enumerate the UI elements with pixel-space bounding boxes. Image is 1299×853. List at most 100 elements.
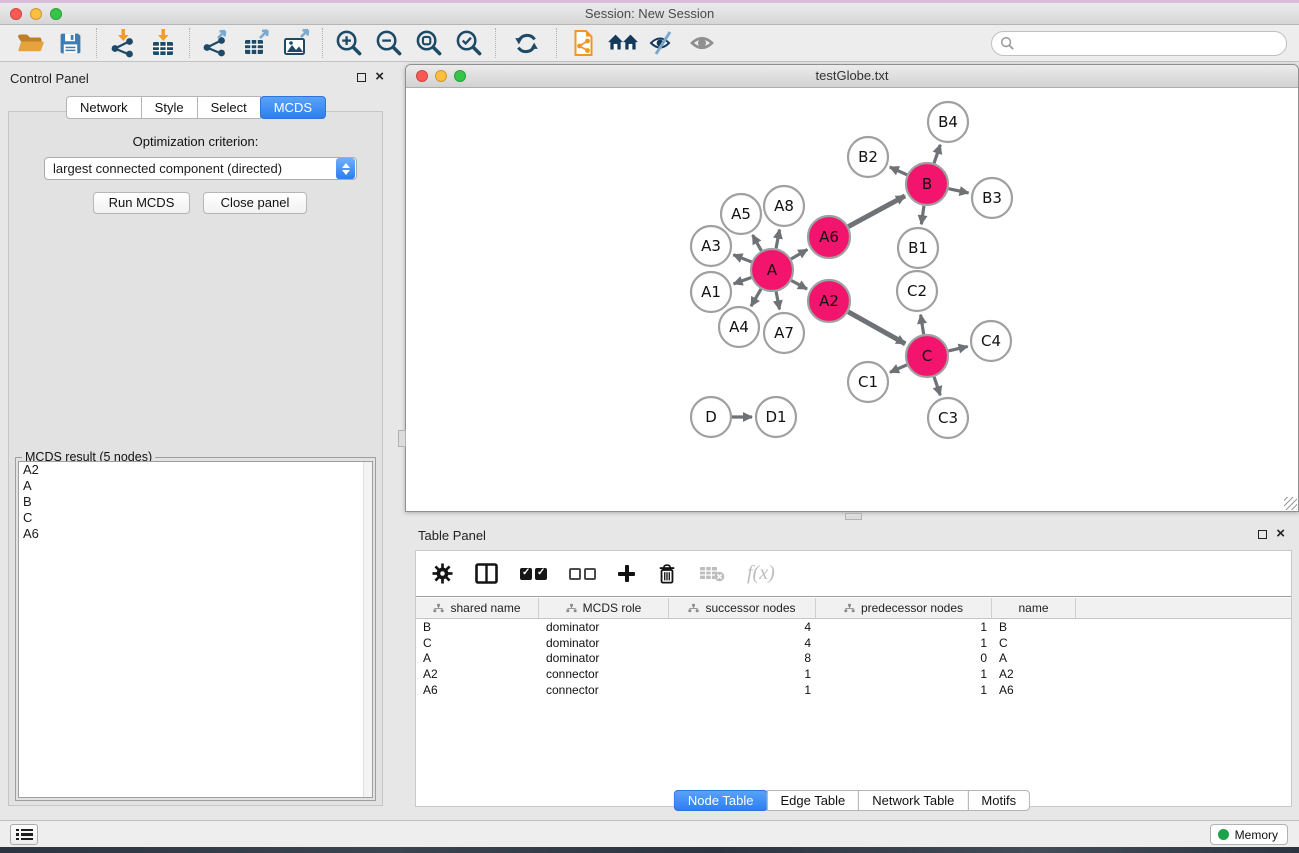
graph-edge-A-A1[interactable] [734, 277, 752, 283]
table-cell[interactable]: 1 [816, 620, 992, 634]
show-columns-button[interactable] [475, 559, 498, 589]
create-column-button[interactable] [618, 559, 635, 589]
table-cell[interactable]: A [416, 651, 539, 665]
search-field[interactable] [991, 31, 1287, 56]
column-header-name[interactable]: name [992, 598, 1076, 618]
network-minimize-button[interactable] [435, 70, 447, 82]
result-item[interactable]: A [19, 478, 372, 494]
graph-edge-B-B2[interactable] [890, 167, 907, 175]
table-cell[interactable]: 1 [816, 636, 992, 650]
network-canvas[interactable]: B4B2BB3A8A5A6A3B1AA1C2A2A4A7C4CC1C3DD1 [406, 88, 1298, 511]
close-table-panel-icon[interactable]: × [1276, 529, 1285, 539]
table-cell[interactable]: C [416, 636, 539, 650]
tab-edge-table[interactable]: Edge Table [766, 790, 859, 811]
window-resize-grip[interactable] [1284, 497, 1297, 510]
table-cell[interactable]: 4 [669, 636, 816, 650]
column-header-shared-name[interactable]: shared name [416, 598, 539, 618]
table-cell[interactable]: 1 [669, 667, 816, 681]
graph-edge-C-C2[interactable] [921, 315, 924, 335]
graph-edge-A-A8[interactable] [776, 230, 780, 249]
tab-network-table[interactable]: Network Table [858, 790, 968, 811]
graph-edge-A-A2[interactable] [791, 281, 807, 290]
function-builder-button[interactable]: f(x) [747, 559, 775, 589]
import-table-button[interactable] [143, 27, 183, 59]
export-image-button[interactable] [276, 27, 316, 59]
close-window-button[interactable] [10, 8, 22, 20]
network-window-titlebar[interactable]: testGlobe.txt [406, 65, 1298, 88]
memory-button[interactable]: Memory [1210, 824, 1288, 845]
column-header-predecessor-nodes[interactable]: predecessor nodes [816, 598, 992, 618]
table-cell[interactable]: B [416, 620, 539, 634]
zoom-out-button[interactable] [369, 27, 409, 59]
zoom-fit-button[interactable] [409, 27, 449, 59]
delete-table-button[interactable] [699, 559, 725, 589]
graph-edge-A-A6[interactable] [791, 250, 807, 259]
refresh-button[interactable] [502, 27, 550, 59]
zoom-selected-button[interactable] [449, 27, 489, 59]
optimization-criterion-dropdown[interactable]: largest connected component (directed) [44, 157, 357, 180]
table-cell[interactable]: connector [539, 683, 669, 697]
table-settings-button[interactable] [432, 559, 453, 589]
table-cell[interactable]: B [992, 620, 1076, 634]
graph-edge-B-B1[interactable] [921, 206, 924, 224]
close-panel-icon[interactable]: × [375, 72, 384, 82]
table-cell[interactable]: dominator [539, 620, 669, 634]
table-cell[interactable]: A6 [416, 683, 539, 697]
close-panel-button[interactable]: Close panel [203, 192, 307, 214]
table-cell[interactable]: 8 [669, 651, 816, 665]
table-cell[interactable]: A2 [992, 667, 1076, 681]
result-item[interactable]: A6 [19, 526, 372, 542]
export-network-button[interactable] [196, 27, 236, 59]
graph-edge-C-C3[interactable] [934, 377, 940, 395]
table-cell[interactable]: A2 [416, 667, 539, 681]
graph-edge-A2-C[interactable] [848, 312, 905, 344]
table-cell[interactable]: dominator [539, 651, 669, 665]
hide-details-button[interactable] [643, 27, 683, 59]
maximize-window-button[interactable] [50, 8, 62, 20]
vertical-split-handle[interactable] [398, 430, 406, 447]
graph-edge-A6-B[interactable] [848, 196, 905, 227]
table-cell[interactable]: 1 [816, 683, 992, 697]
select-all-columns-button[interactable] [520, 559, 547, 589]
table-cell[interactable]: A6 [992, 683, 1076, 697]
table-row[interactable]: Cdominator41C [416, 635, 1291, 651]
graph-edge-B-B3[interactable] [949, 189, 969, 193]
zoom-in-button[interactable] [329, 27, 369, 59]
show-hide-panels-button[interactable] [603, 27, 643, 59]
table-row[interactable]: Bdominator41B [416, 619, 1291, 635]
column-header-mcds-role[interactable]: MCDS role [539, 598, 669, 618]
float-table-panel-icon[interactable] [1258, 530, 1267, 539]
graph-edge-B-B4[interactable] [934, 145, 940, 163]
table-cell[interactable]: A [992, 651, 1076, 665]
table-row[interactable]: A2connector11A2 [416, 666, 1291, 682]
tab-motifs[interactable]: Motifs [967, 790, 1030, 811]
table-cell[interactable]: C [992, 636, 1076, 650]
new-network-from-selection-button[interactable] [563, 27, 603, 59]
table-row[interactable]: Adominator80A [416, 651, 1291, 667]
save-session-button[interactable] [50, 27, 90, 59]
network-close-button[interactable] [416, 70, 428, 82]
unselect-all-columns-button[interactable] [569, 559, 596, 589]
table-cell[interactable]: 0 [816, 651, 992, 665]
table-cell[interactable]: dominator [539, 636, 669, 650]
table-row[interactable]: A6connector11A6 [416, 682, 1291, 698]
open-session-button[interactable] [10, 27, 50, 59]
network-maximize-button[interactable] [454, 70, 466, 82]
run-mcds-button[interactable]: Run MCDS [93, 192, 190, 214]
mcds-result-list[interactable]: A2ABCA6 [18, 461, 373, 798]
table-cell[interactable]: 1 [669, 683, 816, 697]
tab-select[interactable]: Select [197, 96, 261, 119]
show-details-button[interactable] [683, 27, 723, 59]
graph-edge-A-A3[interactable] [733, 255, 751, 262]
table-cell[interactable]: 4 [669, 620, 816, 634]
graph-edge-A-A4[interactable] [751, 289, 761, 306]
result-item[interactable]: C [19, 510, 372, 526]
horizontal-split-handle[interactable] [845, 513, 862, 520]
table-cell[interactable]: 1 [816, 667, 992, 681]
tab-style[interactable]: Style [141, 96, 198, 119]
search-input[interactable] [1015, 34, 1286, 54]
minimize-window-button[interactable] [30, 8, 42, 20]
export-table-button[interactable] [236, 27, 276, 59]
result-item[interactable]: B [19, 494, 372, 510]
float-panel-icon[interactable] [357, 73, 366, 82]
